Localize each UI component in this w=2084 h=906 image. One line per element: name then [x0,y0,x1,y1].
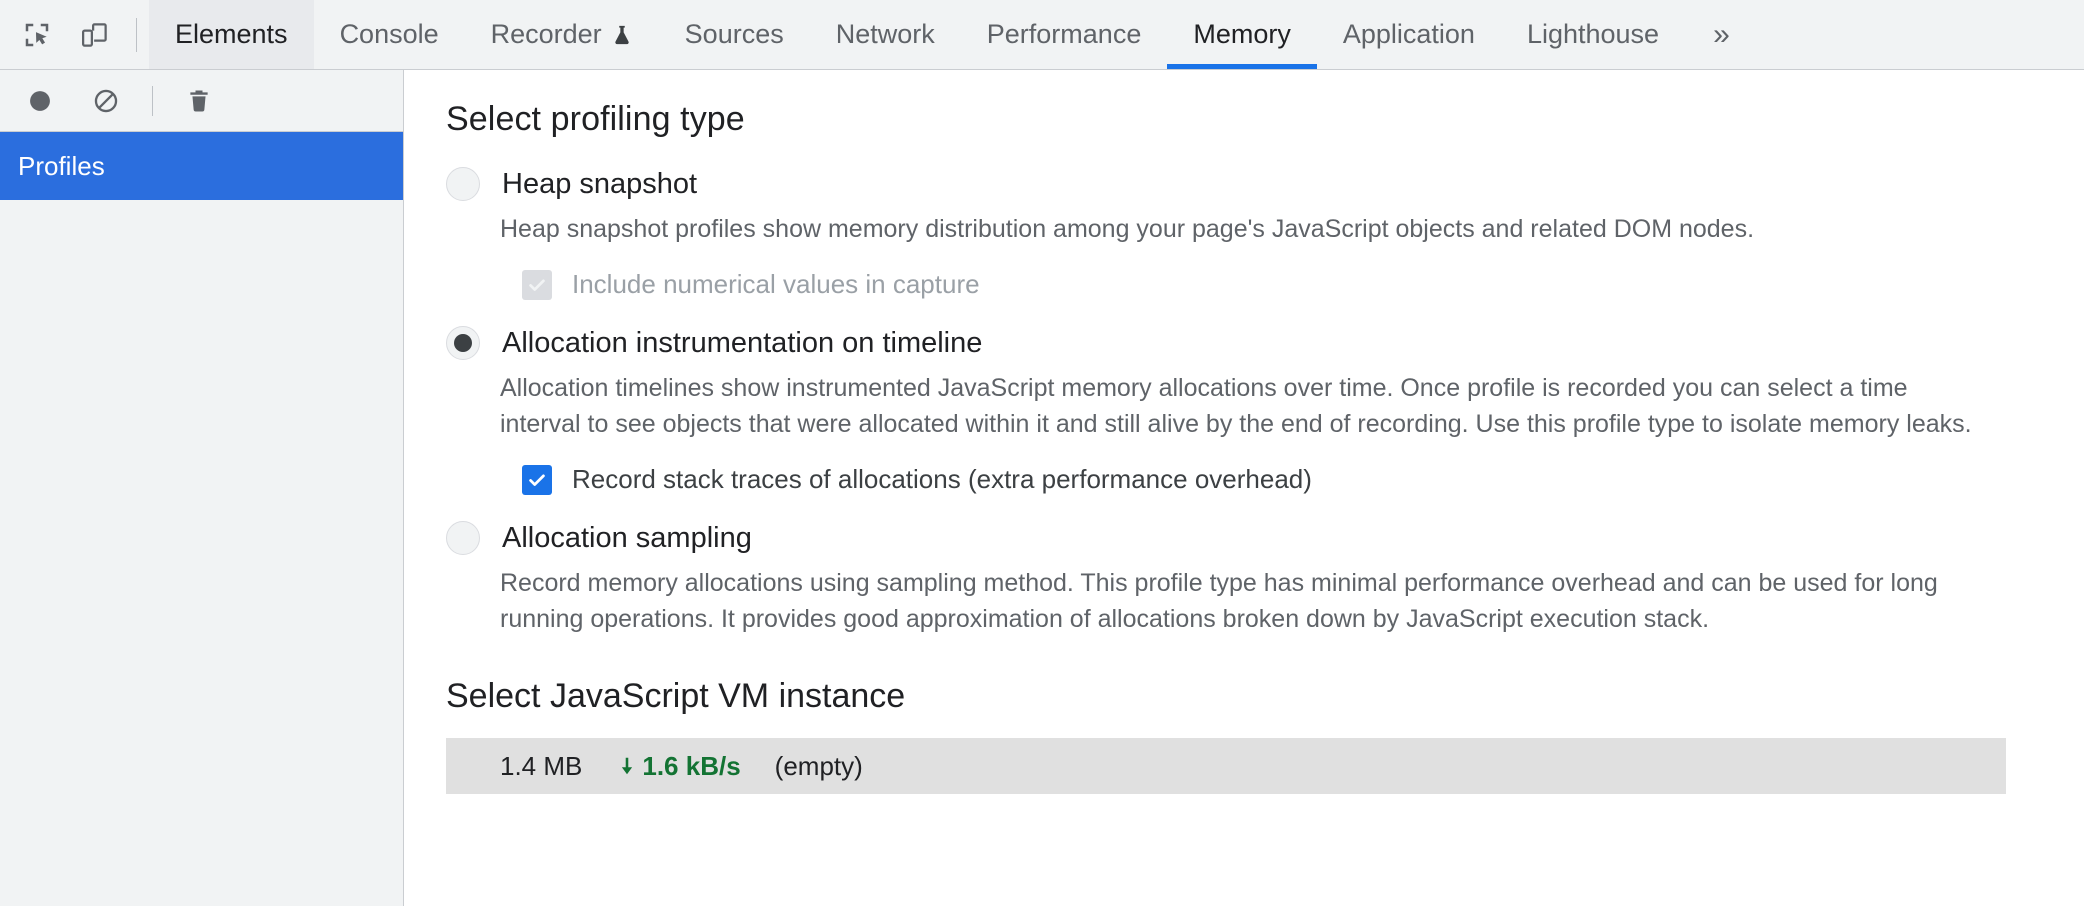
sidebar-item-profiles-label: Profiles [18,151,105,182]
inspect-element-icon [22,20,52,50]
profiling-option-allocation-instrumentation: Allocation instrumentation on timeline A… [446,326,2084,495]
device-toolbar-button[interactable] [74,14,116,56]
panel-tabs: Elements Console Recorder Sources Networ… [149,0,2084,69]
heap-snapshot-radio[interactable] [446,167,480,201]
tab-sources[interactable]: Sources [659,0,810,69]
allocation-sampling-label: Allocation sampling [502,522,752,555]
allocation-instrumentation-radio[interactable] [446,326,480,360]
tab-application[interactable]: Application [1317,0,1501,69]
tab-sources-label: Sources [685,19,784,50]
allocation-sampling-radio-row[interactable]: Allocation sampling [446,521,2084,555]
checkmark-icon [526,274,548,296]
select-profiling-type-title: Select profiling type [446,100,2084,139]
tab-recorder[interactable]: Recorder [465,0,659,69]
profiles-list: Profiles [0,132,403,906]
allocation-instrumentation-label: Allocation instrumentation on timeline [502,327,982,360]
allocation-instrumentation-radio-row[interactable]: Allocation instrumentation on timeline [446,326,2084,360]
device-toolbar-icon [80,20,110,50]
record-stack-traces-checkbox[interactable] [522,465,552,495]
select-vm-instance-title: Select JavaScript VM instance [446,677,2084,716]
memory-main-panel: Select profiling type Heap snapshot Heap… [404,70,2084,906]
allocation-sampling-description: Record memory allocations using sampling… [500,565,2084,637]
heap-snapshot-label: Heap snapshot [502,168,697,201]
tab-memory-label: Memory [1193,19,1291,50]
tab-console[interactable]: Console [314,0,465,69]
include-numerical-values-label: Include numerical values in capture [572,269,980,300]
devtools-tool-icons [0,0,149,69]
include-numerical-values-row[interactable]: Include numerical values in capture [522,269,2084,300]
delete-profile-button[interactable] [179,81,219,121]
vm-instance-size: 1.4 MB [500,751,582,782]
record-stack-traces-row[interactable]: Record stack traces of allocations (extr… [522,464,2084,495]
down-arrow-icon [616,754,638,778]
tab-memory[interactable]: Memory [1167,0,1317,69]
vm-instance-rate: 1.6 kB/s [616,751,740,782]
devtools-body: Profiles Select profiling type Heap snap… [0,70,2084,906]
vm-instance-name: (empty) [775,751,863,782]
tab-overflow-button[interactable]: » [1685,0,1758,69]
sidebar-item-profiles[interactable]: Profiles [0,132,403,200]
memory-sidebar-toolbar [0,70,403,132]
clear-no-entry-icon [92,87,120,115]
checkmark-icon [526,469,548,491]
devtools-window: Elements Console Recorder Sources Networ… [0,0,2084,906]
flask-icon [611,23,633,47]
tab-lighthouse[interactable]: Lighthouse [1501,0,1685,69]
tab-elements-label: Elements [175,19,288,50]
heap-snapshot-radio-row[interactable]: Heap snapshot [446,167,2084,201]
tab-recorder-label: Recorder [491,19,602,50]
include-numerical-values-checkbox[interactable] [522,270,552,300]
tab-lighthouse-label: Lighthouse [1527,19,1659,50]
vm-instance-rate-label: 1.6 kB/s [642,751,740,782]
allocation-sampling-radio[interactable] [446,521,480,555]
tab-console-label: Console [340,19,439,50]
tab-network[interactable]: Network [810,0,961,69]
vm-instance-row[interactable]: 1.4 MB 1.6 kB/s (empty) [446,738,2006,794]
tab-application-label: Application [1343,19,1475,50]
profiling-option-allocation-sampling: Allocation sampling Record memory alloca… [446,521,2084,637]
tab-elements[interactable]: Elements [149,0,314,69]
tab-performance[interactable]: Performance [961,0,1168,69]
start-recording-button[interactable] [20,81,60,121]
profiling-option-heap-snapshot: Heap snapshot Heap snapshot profiles sho… [446,167,2084,300]
memory-sidebar: Profiles [0,70,404,906]
chevron-double-right-icon: » [1713,18,1730,52]
allocation-instrumentation-description: Allocation timelines show instrumented J… [500,370,2084,442]
toolbar-divider [136,18,137,52]
record-circle-icon [26,87,54,115]
trash-icon [185,87,213,115]
devtools-tabbar: Elements Console Recorder Sources Networ… [0,0,2084,70]
heap-snapshot-description: Heap snapshot profiles show memory distr… [500,211,2084,247]
inspect-element-button[interactable] [16,14,58,56]
clear-all-profiles-button[interactable] [86,81,126,121]
tab-network-label: Network [836,19,935,50]
tab-performance-label: Performance [987,19,1142,50]
record-stack-traces-label: Record stack traces of allocations (extr… [572,464,1312,495]
tab-memory-active-underline [1167,64,1317,69]
sidebar-toolbar-divider [152,86,153,116]
